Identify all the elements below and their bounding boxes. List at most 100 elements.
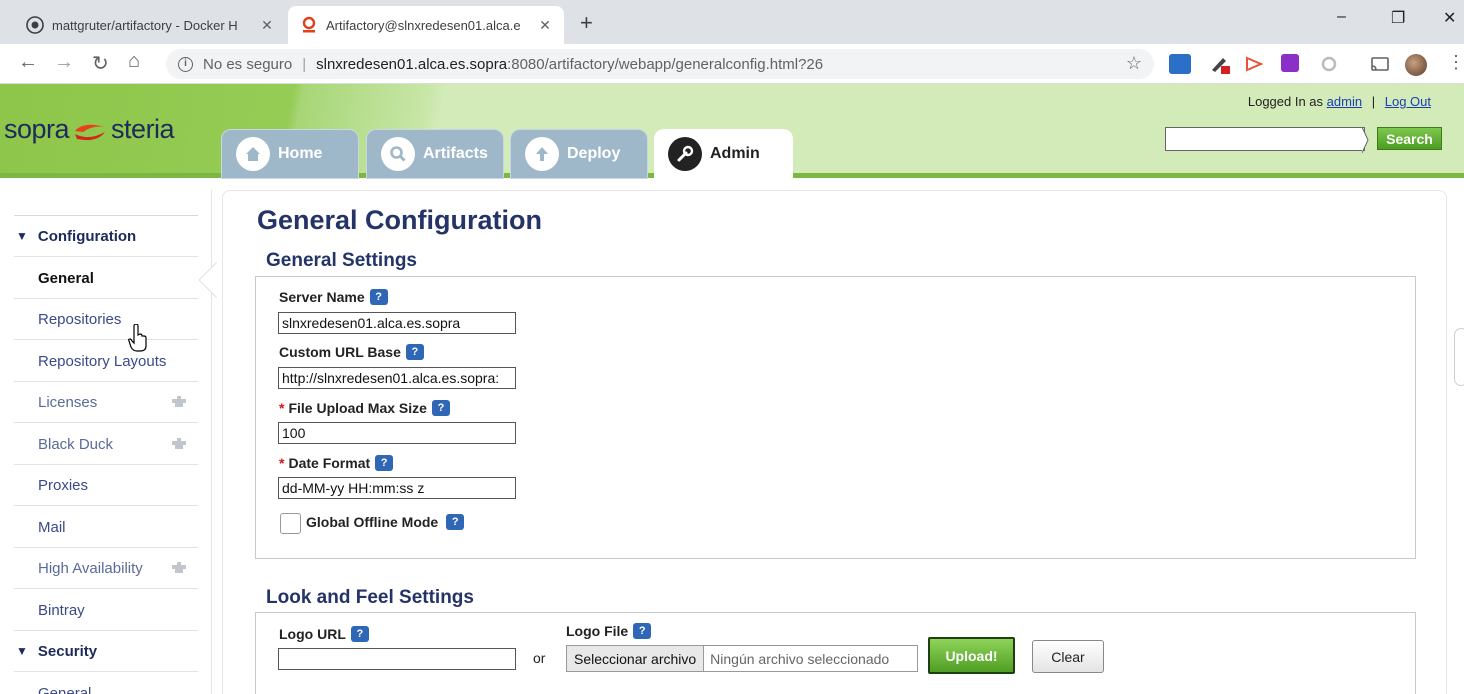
close-tab-icon[interactable]: ✕ xyxy=(536,17,554,34)
bookmark-star-icon[interactable]: ☆ xyxy=(1126,53,1142,74)
new-tab-button[interactable]: + xyxy=(580,10,593,36)
logo-file-input[interactable]: Seleccionar archivo Ningún archivo selec… xyxy=(566,645,918,672)
upload-max-size-input[interactable]: 100 xyxy=(278,422,516,444)
sidebar-item-proxies[interactable]: Proxies xyxy=(14,465,198,506)
sidebar-item-security-general[interactable]: General xyxy=(14,673,198,694)
tab-title: Artifactory@slnxredesen01.alca.e xyxy=(326,17,521,33)
sidebar-item-mail[interactable]: Mail xyxy=(14,507,198,548)
help-icon[interactable]: ? xyxy=(446,514,465,530)
search-input-arrow xyxy=(1362,127,1369,153)
help-icon[interactable]: ? xyxy=(350,626,369,642)
sidebar-item-bintray[interactable]: Bintray xyxy=(14,590,198,631)
url-bar[interactable]: i No es seguro | slnxredesen01.alca.es.s… xyxy=(166,49,1154,79)
server-name-label: Server Name ? xyxy=(279,289,388,305)
logout-link[interactable]: Log Out xyxy=(1385,94,1431,109)
expand-triangle-icon: ▼ xyxy=(16,644,28,658)
custom-url-input[interactable]: http://slnxredesen01.alca.es.sopra: xyxy=(278,367,516,389)
sidebar-item-label: High Availability xyxy=(38,559,143,577)
help-icon[interactable]: ? xyxy=(375,455,394,471)
plugin-icon xyxy=(172,562,186,573)
minimize-button[interactable]: – xyxy=(1337,8,1346,26)
docker-favicon-icon xyxy=(26,16,44,34)
logo-text-right: steria xyxy=(111,114,175,144)
sidebar-item-label: Licenses xyxy=(38,393,98,411)
sidebar-section-configuration[interactable]: ▼ Configuration xyxy=(14,216,198,257)
reload-icon[interactable]: ↻ xyxy=(92,51,109,76)
browser-tab-docker[interactable]: mattgruter/artifactory - Docker H ✕ xyxy=(14,6,286,44)
header-search-input[interactable] xyxy=(1165,127,1365,151)
field-label-text: File Upload Max Size xyxy=(288,400,427,416)
sidebar-item-high-availability[interactable]: High Availability xyxy=(14,548,198,589)
sidebar-item-licenses[interactable]: Licenses xyxy=(14,382,198,423)
upload-icon xyxy=(525,137,559,171)
logo-swoosh-icon xyxy=(73,119,107,141)
search-button[interactable]: Search xyxy=(1377,127,1442,150)
scroll-handle[interactable] xyxy=(1454,328,1464,386)
tab-title: mattgruter/artifactory - Docker H xyxy=(52,17,238,33)
home-icon[interactable]: ⌂ xyxy=(128,50,140,73)
field-label-text: Date Format xyxy=(288,455,371,471)
global-offline-checkbox[interactable] xyxy=(280,513,301,534)
close-tab-icon[interactable]: ✕ xyxy=(258,17,276,34)
extension-circle-icon[interactable] xyxy=(1318,54,1340,74)
restore-button[interactable]: ❐ xyxy=(1391,8,1405,28)
field-label-text: Global Offline Mode xyxy=(306,514,439,530)
tab-admin[interactable]: Admin xyxy=(654,129,793,179)
help-icon[interactable]: ? xyxy=(405,344,424,360)
extension-play-icon[interactable] xyxy=(1243,54,1265,74)
sidebar-item-label: Mail xyxy=(38,518,66,536)
sidebar-item-general[interactable]: General xyxy=(14,258,198,299)
custom-url-label: Custom URL Base ? xyxy=(279,344,424,360)
logo-text-left: sopra xyxy=(4,114,70,144)
date-format-input[interactable]: dd-MM-yy HH:mm:ss z xyxy=(278,477,516,499)
help-icon[interactable]: ? xyxy=(369,289,388,305)
plugin-icon xyxy=(172,438,186,449)
sidebar-item-repository-layouts[interactable]: Repository Layouts xyxy=(14,341,198,382)
logged-in-label: Logged In as xyxy=(1247,94,1324,109)
browser-toolbar: ← → ↻ ⌂ i No es seguro | slnxredesen01.a… xyxy=(0,44,1464,84)
avatar[interactable] xyxy=(1405,54,1427,76)
required-mark: * xyxy=(279,455,285,471)
sidebar-item-repositories[interactable]: Repositories xyxy=(14,299,198,340)
extension-rp-icon[interactable] xyxy=(1281,54,1299,72)
help-icon[interactable]: ? xyxy=(431,400,450,416)
logo-url-input[interactable] xyxy=(278,648,516,670)
extension-new-icon[interactable] xyxy=(1169,54,1191,74)
url-host: slnxredesen01.alca.es.sopra xyxy=(316,55,508,73)
user-link[interactable]: admin xyxy=(1327,94,1362,109)
clear-button[interactable]: Clear xyxy=(1032,640,1104,673)
menu-dots-icon[interactable]: ⋮ xyxy=(1447,52,1464,73)
field-label-text: Logo File xyxy=(566,623,629,639)
page-title: General Configuration xyxy=(257,205,543,235)
browser-tab-artifactory[interactable]: Artifactory@slnxredesen01.alca.e ✕ xyxy=(288,6,564,44)
info-icon[interactable]: i xyxy=(178,56,193,72)
cast-icon[interactable] xyxy=(1369,54,1391,74)
extension-pen-icon[interactable] xyxy=(1209,54,1231,74)
sidebar-item-label: Bintray xyxy=(38,601,85,619)
help-icon[interactable]: ? xyxy=(633,623,652,639)
forward-arrow-icon[interactable]: → xyxy=(54,51,74,74)
sidebar-item-label: General xyxy=(38,269,94,287)
tab-artifacts[interactable]: Artifacts xyxy=(366,129,504,179)
global-offline-label: Global Offline Mode ? xyxy=(306,514,465,530)
tab-label: Deploy xyxy=(567,145,621,162)
tab-deploy[interactable]: Deploy xyxy=(510,129,648,179)
choose-file-button[interactable]: Seleccionar archivo xyxy=(567,646,705,671)
sopra-steria-logo: sopra steria xyxy=(4,114,175,145)
search-icon xyxy=(381,137,415,171)
sidebar-item-black-duck[interactable]: Black Duck xyxy=(14,424,198,465)
tab-home[interactable]: Home xyxy=(221,129,359,179)
server-name-input[interactable]: slnxredesen01.alca.es.sopra xyxy=(278,312,516,334)
upload-button[interactable]: Upload! xyxy=(928,637,1015,674)
sidebar-item-label: General xyxy=(38,685,92,694)
logo-file-label: Logo File ? xyxy=(566,623,652,639)
no-file-text: Ningún archivo seleccionado xyxy=(710,650,890,667)
close-window-button[interactable]: ✕ xyxy=(1443,8,1456,28)
sidebar-item-label: Repositories xyxy=(38,310,122,328)
or-text: or xyxy=(533,650,546,666)
sidebar-section-security[interactable]: ▼ Security xyxy=(14,631,198,672)
sidebar-item-label: Security xyxy=(37,642,98,660)
logo-url-label: Logo URL ? xyxy=(279,626,369,642)
date-format-label: * Date Format ? xyxy=(279,455,394,471)
back-arrow-icon[interactable]: ← xyxy=(18,51,38,74)
